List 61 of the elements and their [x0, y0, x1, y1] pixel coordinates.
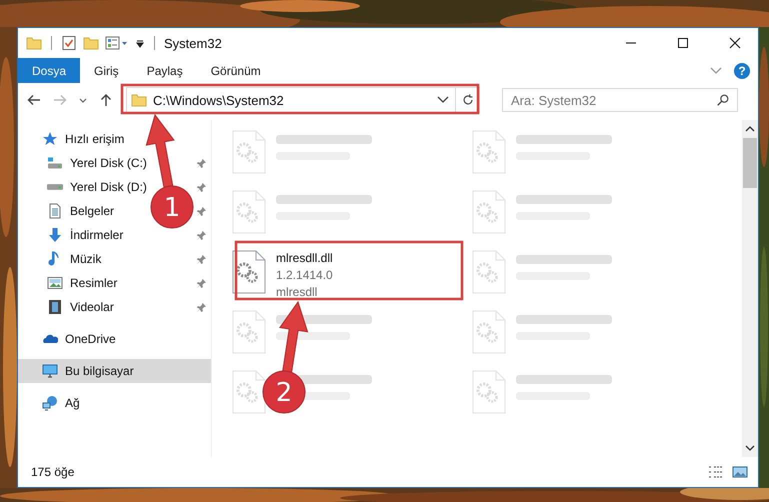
- ribbon-tab[interactable]: Giriş: [80, 58, 133, 83]
- sidebar-item[interactable]: Resimler: [47, 275, 118, 291]
- star-icon: [42, 131, 58, 147]
- sidebar-item[interactable]: İndirmeler: [47, 227, 124, 243]
- help-button[interactable]: ?: [734, 62, 750, 78]
- properties-icon[interactable]: [105, 35, 129, 51]
- network-icon: [42, 395, 58, 411]
- step-badge: 2: [262, 370, 306, 414]
- pin-icon[interactable]: [196, 182, 207, 192]
- film-icon: [47, 299, 63, 315]
- file-detail: 1.2.1414.0: [276, 267, 333, 284]
- sidebar-item[interactable]: Ağ: [42, 395, 80, 411]
- expand-ribbon-icon[interactable]: [710, 66, 722, 74]
- refresh-icon: [460, 93, 474, 107]
- download-arrow-icon: [47, 227, 63, 243]
- address-path: C:\Windows\System32: [153, 92, 285, 108]
- drive-icon: [47, 155, 63, 171]
- scroll-up-icon[interactable]: [745, 126, 755, 132]
- folder-icon[interactable]: [83, 35, 99, 51]
- ribbon-tab[interactable]: Paylaş: [132, 58, 197, 83]
- sidebar-item[interactable]: Yerel Disk (C:): [47, 155, 147, 171]
- file-name[interactable]: mlresdll.dll: [276, 250, 333, 267]
- file-detail: mlresdll: [276, 284, 318, 301]
- details-view-icon[interactable]: [708, 464, 724, 480]
- pin-icon[interactable]: [196, 206, 207, 216]
- step-badge: 1: [150, 186, 194, 228]
- faded-file-icon[interactable]: [232, 370, 266, 414]
- ribbon-tab[interactable]: Dosya: [18, 58, 80, 83]
- sidebar-item[interactable]: Yerel Disk (D:): [47, 180, 147, 194]
- scroll-thumb[interactable]: [743, 138, 757, 188]
- image-icon: [47, 275, 63, 291]
- pin-icon[interactable]: [196, 302, 207, 312]
- scroll-down-icon[interactable]: [745, 445, 755, 451]
- drive-icon: [47, 184, 63, 190]
- ribbon-tab[interactable]: Görünüm: [196, 58, 275, 83]
- minimize-icon: [625, 42, 637, 44]
- address-bar[interactable]: C:\Windows\System32: [126, 87, 480, 113]
- sidebar-item[interactable]: Belgeler: [47, 203, 114, 219]
- monitor-icon: [42, 363, 58, 379]
- window-title: System32: [164, 36, 222, 50]
- pin-icon[interactable]: [196, 254, 207, 264]
- dropdown-caret-icon[interactable]: [437, 96, 449, 104]
- search-field[interactable]: Ara: System32: [502, 88, 738, 112]
- large-icons-view-icon[interactable]: [732, 464, 748, 480]
- document-icon: [47, 203, 63, 219]
- scrollbar[interactable]: [742, 120, 758, 457]
- maximize-icon: [677, 37, 689, 49]
- gear-file-icon[interactable]: [232, 250, 266, 294]
- item-count: 175 öğe: [31, 465, 74, 479]
- folder-icon[interactable]: [26, 35, 42, 51]
- pin-icon[interactable]: [196, 230, 207, 240]
- sidebar-item[interactable]: Videolar: [47, 299, 114, 315]
- folder-icon: [131, 92, 147, 108]
- sidebar-item[interactable]: Hızlı erişim: [42, 131, 124, 147]
- sidebar-item[interactable]: Müzik: [47, 251, 102, 267]
- sidebar-item[interactable]: OneDrive: [42, 331, 116, 347]
- pin-icon[interactable]: [196, 278, 207, 288]
- close-icon: [729, 37, 741, 49]
- search-icon[interactable]: [716, 93, 730, 107]
- checklist-icon[interactable]: [61, 35, 77, 51]
- pin-icon[interactable]: [196, 158, 207, 168]
